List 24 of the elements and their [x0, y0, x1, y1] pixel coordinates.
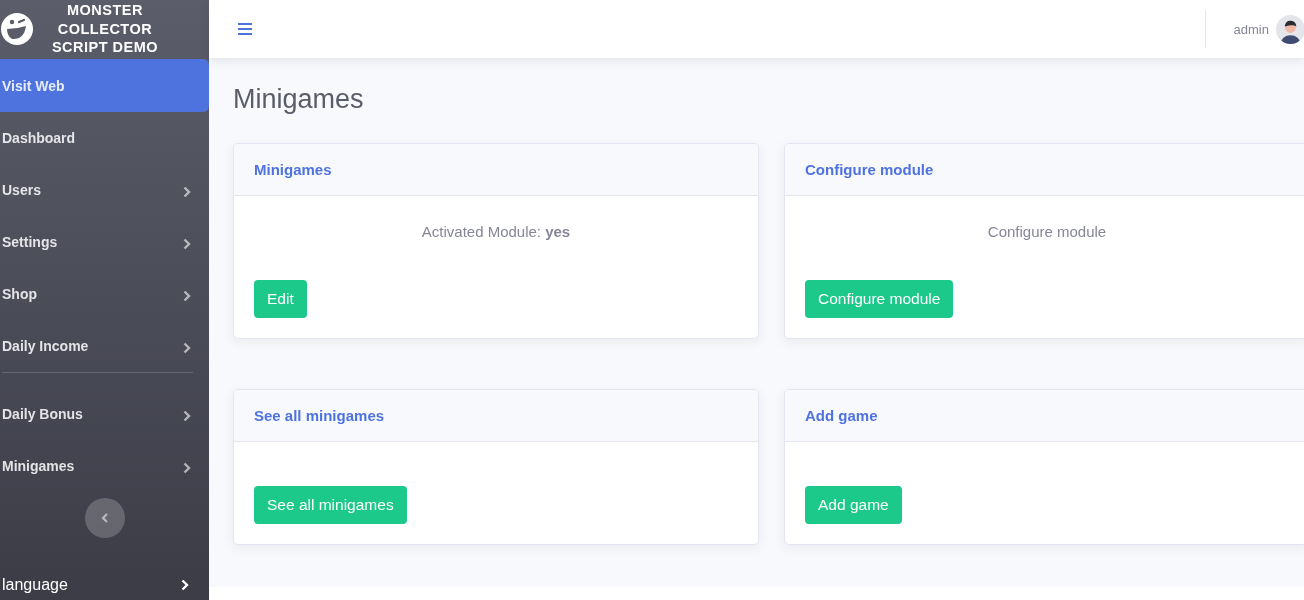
card-title: Configure module [805, 161, 934, 178]
sidebar-item[interactable]: Daily Bonus [0, 388, 209, 440]
page-title: Minigames [233, 84, 365, 115]
sidebar-item[interactable]: Daily Income [0, 320, 209, 372]
chevron-right-icon [181, 579, 189, 591]
sidebar-item[interactable]: Users [0, 164, 209, 216]
card-text: Activated Module: yes [420, 222, 572, 242]
sidebar-item[interactable]: Settings [0, 216, 209, 268]
language-item[interactable]: language [0, 576, 209, 594]
brand-title: MONSTER COLLECTOR SCRIPT DEMO [50, 1, 160, 57]
card-title: See all minigames [254, 407, 385, 424]
card-title: Add game [805, 407, 878, 424]
card-text: Configure module [986, 222, 1108, 242]
user-name[interactable]: admin [1233, 21, 1269, 37]
chevron-left-icon [100, 513, 109, 523]
card-title: Minigames [254, 161, 332, 178]
sidebar-item[interactable]: Visit Web [0, 59, 209, 112]
sidebar-item[interactable]: Minigames [0, 440, 209, 492]
sidebar-item[interactable]: Shop [0, 268, 209, 320]
avatar-icon[interactable] [1276, 14, 1304, 44]
menu-icon[interactable] [238, 23, 252, 35]
laughing-face-icon [0, 12, 34, 46]
sidebar-toggle-button[interactable] [84, 498, 125, 538]
sidebar-item[interactable]: Dashboard [0, 112, 209, 164]
